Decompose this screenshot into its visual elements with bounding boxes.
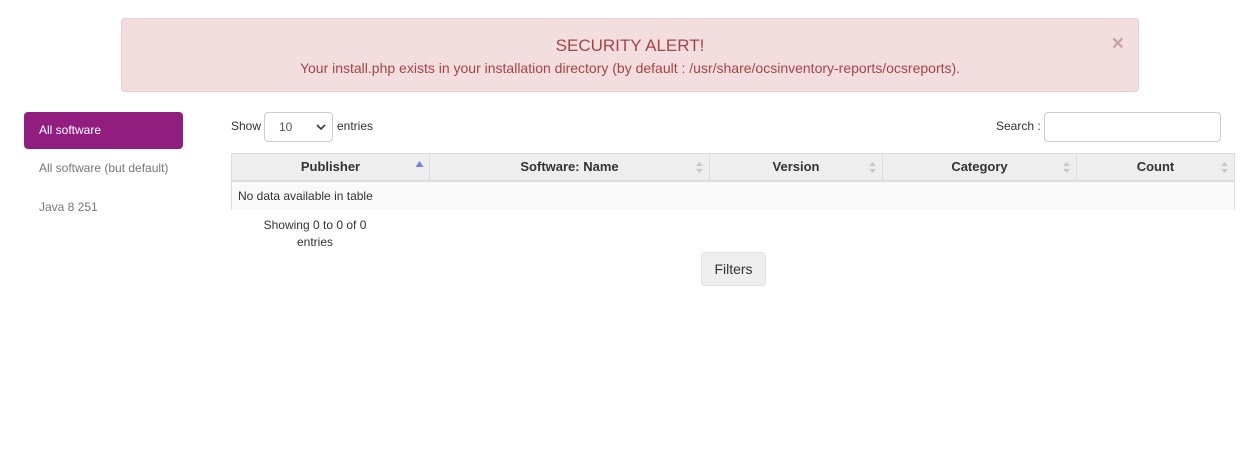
table-info: Showing 0 to 0 of 0 entries xyxy=(255,217,375,251)
security-alert: SECURITY ALERT! Your install.php exists … xyxy=(121,18,1139,92)
entries-label: entries xyxy=(337,119,374,133)
entries-per-page-select[interactable]: 10 xyxy=(264,112,333,142)
column-header-version[interactable]: Version xyxy=(710,154,883,181)
search-label: Search : xyxy=(996,119,1041,133)
table-info-line: Showing 0 to 0 of 0 xyxy=(263,218,367,232)
column-label: Version xyxy=(772,159,820,174)
sort-both-icon xyxy=(869,162,876,173)
table-header: Publisher Software: Name Version Categor… xyxy=(231,153,1235,182)
sidebar-item-label: All software (but default) xyxy=(39,161,169,175)
column-header-publisher[interactable]: Publisher xyxy=(232,154,430,181)
column-label: Software: Name xyxy=(520,159,619,174)
show-label: Show xyxy=(231,119,262,133)
table-info-line: entries xyxy=(296,235,334,249)
close-icon[interactable]: × xyxy=(1112,33,1124,55)
alert-message: Your install.php exists in your installa… xyxy=(299,60,961,76)
chevron-down-icon xyxy=(316,124,326,131)
filters-button[interactable]: Filters xyxy=(701,252,766,286)
sidebar-item-label: All software xyxy=(39,123,102,137)
sort-ascending-icon xyxy=(415,161,424,167)
entries-per-page-value: 10 xyxy=(279,120,293,134)
column-header-software-name[interactable]: Software: Name xyxy=(430,154,710,181)
column-label: Category xyxy=(951,159,1008,174)
column-label: Count xyxy=(1136,159,1175,174)
sidebar-item-all-software[interactable]: All software xyxy=(24,112,183,149)
sidebar-item-java-8-251[interactable]: Java 8 251 xyxy=(24,189,183,226)
sort-both-icon xyxy=(1063,162,1070,173)
sort-both-icon xyxy=(696,162,703,173)
table-body: No data available in table xyxy=(231,182,1235,210)
search-input[interactable] xyxy=(1044,112,1221,142)
column-header-category[interactable]: Category xyxy=(883,154,1077,181)
sidebar-item-all-software-but-default[interactable]: All software (but default) xyxy=(24,150,183,187)
column-header-count[interactable]: Count xyxy=(1077,154,1234,181)
sort-both-icon xyxy=(1221,162,1228,173)
column-label: Publisher xyxy=(300,159,361,174)
empty-table-message: No data available in table xyxy=(238,189,373,203)
sidebar-item-label: Java 8 251 xyxy=(39,200,98,214)
alert-title: SECURITY ALERT! xyxy=(555,36,705,55)
